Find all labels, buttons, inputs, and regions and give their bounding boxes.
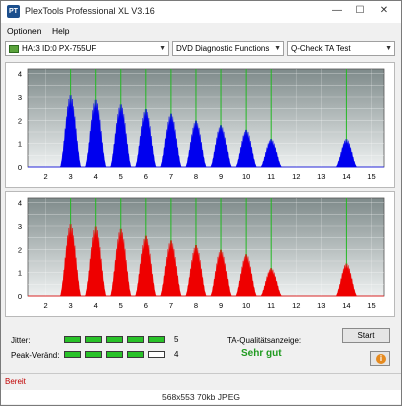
info-icon: i bbox=[376, 354, 386, 364]
peak-meter-segment bbox=[127, 351, 144, 358]
x-tick-label: 5 bbox=[119, 301, 123, 310]
y-tick-label: 1 bbox=[18, 269, 22, 278]
peak-label: Peak-Veränd: bbox=[11, 351, 60, 360]
window-title: PlexTools Professional XL V3.16 bbox=[25, 6, 155, 16]
peak-meter-segment bbox=[64, 351, 81, 358]
peak-meter-segment bbox=[85, 351, 102, 358]
x-tick-label: 9 bbox=[219, 172, 223, 181]
x-tick-label: 3 bbox=[69, 172, 73, 181]
minimize-button[interactable]: — bbox=[327, 3, 347, 19]
x-tick-label: 2 bbox=[43, 301, 47, 310]
menu-optionen[interactable]: Optionen bbox=[7, 26, 42, 36]
x-tick-label: 12 bbox=[292, 301, 300, 310]
jitter-meter-segment bbox=[64, 336, 81, 343]
x-tick-label: 8 bbox=[194, 301, 198, 310]
x-tick-label: 4 bbox=[94, 301, 98, 310]
peak-meter-segment bbox=[106, 351, 123, 358]
test-select-value: Q-Check TA Test bbox=[291, 44, 351, 53]
x-tick-label: 6 bbox=[144, 301, 148, 310]
menu-bar: Optionen Help bbox=[1, 23, 401, 39]
x-tick-label: 11 bbox=[267, 172, 275, 181]
status-bar: Bereit bbox=[1, 373, 401, 390]
peak-value: 4 bbox=[174, 350, 179, 359]
x-tick-label: 15 bbox=[367, 172, 375, 181]
application-window: PT PlexTools Professional XL V3.16 — ☐ ✕… bbox=[0, 0, 402, 406]
y-tick-label: 2 bbox=[18, 116, 22, 125]
plot-area bbox=[27, 197, 385, 297]
chevron-down-icon: ▼ bbox=[385, 45, 392, 52]
start-button[interactable]: Start bbox=[342, 328, 390, 343]
drive-select[interactable]: HA:3 ID:0 PX-755UF ▼ bbox=[5, 41, 169, 56]
x-tick-label: 8 bbox=[194, 172, 198, 181]
y-tick-label: 4 bbox=[18, 70, 22, 79]
jitter-meter-segment bbox=[127, 336, 144, 343]
x-tick-label: 13 bbox=[317, 301, 325, 310]
quality-value: Sehr gut bbox=[241, 348, 282, 359]
close-button[interactable]: ✕ bbox=[374, 3, 394, 19]
status-text: Bereit bbox=[5, 377, 26, 386]
results-panel: Jitter: 5 Peak-Veränd: 4 TA-Qualitätsanz… bbox=[5, 323, 395, 371]
jitter-label: Jitter: bbox=[11, 336, 31, 345]
image-caption: 568x553 70kb JPEG bbox=[1, 390, 401, 404]
quality-label: TA-Qualitätsanzeige: bbox=[227, 336, 302, 345]
y-tick-label: 4 bbox=[18, 199, 22, 208]
upper-chart: 012342 3 4 5 6 7 8 9 10 11 12 13 14 15 bbox=[18, 68, 385, 181]
y-tick-label: 0 bbox=[18, 163, 22, 172]
x-tick-label: 7 bbox=[169, 301, 173, 310]
chevron-down-icon: ▼ bbox=[274, 45, 281, 52]
jitter-value: 5 bbox=[174, 335, 179, 344]
y-tick-label: 2 bbox=[18, 245, 22, 254]
jitter-meter-segment bbox=[85, 336, 102, 343]
peak-meter bbox=[64, 351, 174, 358]
plextools-icon: PT bbox=[7, 5, 20, 18]
title-bar: PT PlexTools Professional XL V3.16 — ☐ ✕ bbox=[1, 1, 401, 23]
y-tick-label: 3 bbox=[18, 93, 22, 102]
test-select[interactable]: Q-Check TA Test ▼ bbox=[287, 41, 395, 56]
info-button[interactable]: i bbox=[370, 351, 390, 366]
jitter-meter-segment bbox=[106, 336, 123, 343]
peak-meter-segment bbox=[148, 351, 165, 358]
x-tick-label: 10 bbox=[242, 301, 250, 310]
maximize-button[interactable]: ☐ bbox=[350, 3, 370, 19]
upper-chart-panel: 0 1 2 3 4 2 3 4 5 6 7 8 9 10 11 12 13 14 15 bbox=[5, 62, 395, 188]
x-tick-label: 13 bbox=[317, 172, 325, 181]
x-tick-label: 14 bbox=[342, 301, 350, 310]
x-tick-label: 2 bbox=[43, 172, 47, 181]
x-tick-label: 10 bbox=[242, 172, 250, 181]
x-tick-label: 9 bbox=[219, 301, 223, 310]
drive-icon bbox=[9, 44, 19, 53]
toolbar: HA:3 ID:0 PX-755UF ▼ DVD Diagnostic Func… bbox=[1, 39, 401, 59]
drive-select-value: HA:3 ID:0 PX-755UF bbox=[22, 44, 97, 53]
function-select-value: DVD Diagnostic Functions bbox=[176, 44, 270, 53]
y-tick-label: 1 bbox=[18, 140, 22, 149]
x-tick-label: 7 bbox=[169, 172, 173, 181]
plot-area bbox=[27, 68, 385, 168]
x-tick-label: 11 bbox=[267, 301, 275, 310]
x-tick-label: 14 bbox=[342, 172, 350, 181]
x-tick-label: 5 bbox=[119, 172, 123, 181]
x-tick-label: 6 bbox=[144, 172, 148, 181]
y-tick-label: 0 bbox=[18, 292, 22, 301]
y-tick-label: 3 bbox=[18, 222, 22, 231]
x-tick-label: 4 bbox=[94, 172, 98, 181]
jitter-meter bbox=[64, 336, 174, 343]
x-tick-label: 15 bbox=[367, 301, 375, 310]
x-tick-label: 12 bbox=[292, 172, 300, 181]
chevron-down-icon: ▼ bbox=[159, 45, 166, 52]
menu-help[interactable]: Help bbox=[52, 26, 69, 36]
x-tick-label: 3 bbox=[69, 301, 73, 310]
lower-chart: 012342 3 4 5 6 7 8 9 10 11 12 13 14 15 bbox=[18, 197, 385, 310]
function-select[interactable]: DVD Diagnostic Functions ▼ bbox=[172, 41, 284, 56]
lower-chart-panel: 0 1 2 3 4 2 3 4 5 6 7 8 9 10 11 12 13 14 15 bbox=[5, 191, 395, 317]
jitter-meter-segment bbox=[148, 336, 165, 343]
